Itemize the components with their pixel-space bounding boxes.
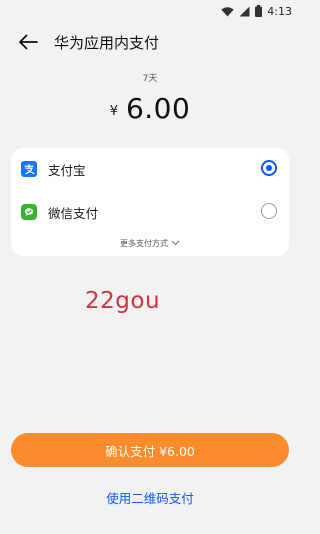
currency-symbol: ¥ bbox=[109, 103, 118, 119]
payment-option-label: 支付宝 bbox=[48, 162, 86, 178]
header: 华为应用内支付 bbox=[0, 22, 300, 62]
back-button[interactable] bbox=[16, 30, 40, 54]
amount-value: 6.00 bbox=[125, 91, 191, 125]
amount-display: ¥ 6.00 bbox=[0, 86, 300, 130]
signal-icon bbox=[239, 2, 250, 21]
alipay-icon bbox=[21, 161, 37, 177]
more-methods-label: 更多支付方式 bbox=[120, 238, 168, 248]
wechat-pay-icon bbox=[21, 204, 37, 220]
product-duration: 7天 bbox=[142, 74, 158, 84]
wechat-radio[interactable] bbox=[261, 203, 277, 219]
payment-option-wechat[interactable]: 微信支付 bbox=[11, 194, 289, 230]
status-time: 4:13 bbox=[267, 4, 292, 18]
confirm-payment-button[interactable]: 确认支付 ¥6.00 bbox=[11, 433, 289, 467]
status-bar: 4:13 bbox=[0, 0, 300, 22]
back-arrow-icon bbox=[19, 34, 38, 50]
more-payment-methods[interactable]: 更多支付方式 bbox=[11, 234, 289, 252]
alipay-radio[interactable] bbox=[261, 160, 277, 176]
page-title: 华为应用内支付 bbox=[54, 33, 160, 52]
payment-option-alipay[interactable]: 支付宝 bbox=[11, 151, 289, 187]
wifi-icon bbox=[221, 2, 234, 21]
watermark-text: 22gou bbox=[85, 288, 161, 314]
chevron-down-icon bbox=[171, 240, 180, 246]
payment-option-label: 微信支付 bbox=[48, 205, 99, 221]
battery-icon bbox=[255, 2, 263, 21]
payment-methods-card: 支付宝 微信支付 更多支付方式 bbox=[11, 148, 289, 256]
qr-code-payment-link[interactable]: 使用二维码支付 bbox=[0, 488, 300, 507]
